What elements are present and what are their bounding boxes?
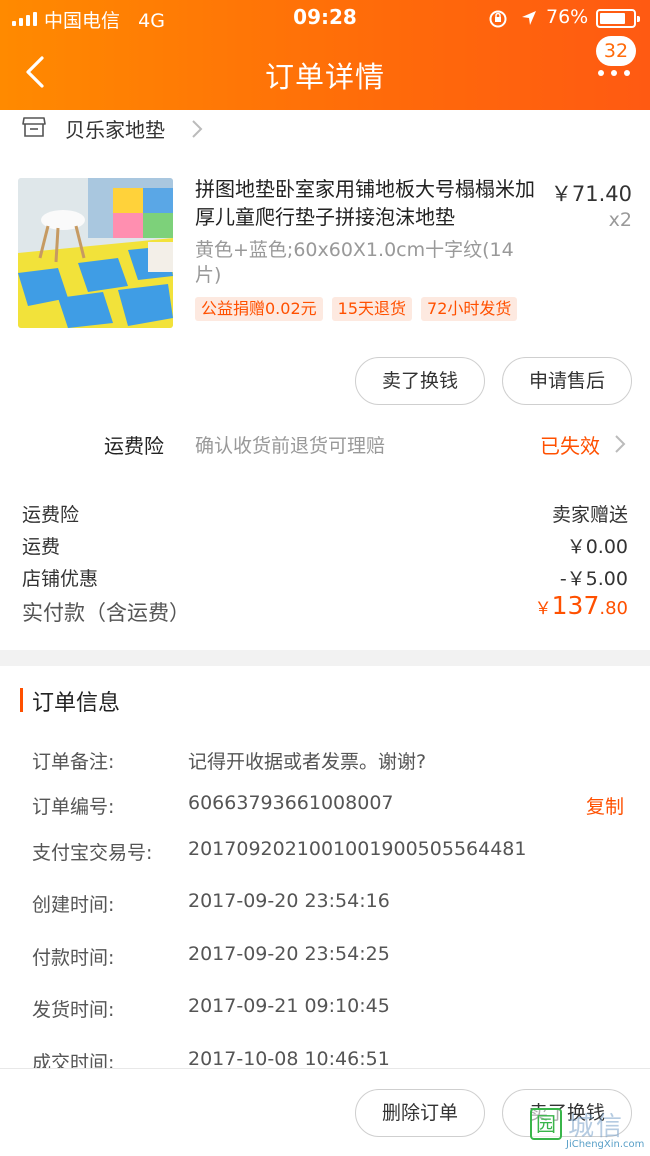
fee-label-insurance: 运费险 bbox=[22, 504, 80, 526]
watermark-text: 城信 bbox=[568, 1112, 625, 1142]
product-sku: 黄色+蓝色;60x60X1.0cm十字纹(14片) bbox=[195, 239, 514, 286]
location-arrow-icon bbox=[522, 11, 536, 25]
page-title: 订单详情 bbox=[264, 60, 385, 94]
paid-time-label: 付款时间: bbox=[32, 947, 115, 969]
product-quantity: x2 bbox=[608, 209, 632, 231]
status-bar: 中国电信 4G 09:28 76% bbox=[0, 0, 650, 38]
alipay-trade-value: 2017092021001001900505564481 bbox=[188, 838, 527, 860]
paid-currency: ￥ bbox=[534, 599, 552, 619]
product-photo bbox=[18, 178, 173, 328]
section-divider bbox=[0, 650, 650, 666]
order-number-value: 60663793661008007 bbox=[188, 792, 394, 814]
watermark-url: JiChengXin.com bbox=[566, 1139, 645, 1150]
watermark-logo: 园 城信 JiChengXin.com bbox=[530, 1106, 648, 1150]
tag-shipping: 72小时发货 bbox=[421, 297, 518, 321]
shipped-time-label: 发货时间: bbox=[32, 999, 115, 1021]
paid-label: 实付款（含运费） bbox=[22, 601, 190, 625]
sell-button[interactable]: 卖了换钱 bbox=[355, 357, 485, 405]
completed-time-value: 2017-10-08 10:46:51 bbox=[188, 1048, 390, 1070]
shop-row[interactable]: 贝乐家地垫 bbox=[0, 110, 650, 150]
product-tags: 公益捐赠0.02元 15天退货 72小时发货 bbox=[195, 297, 518, 321]
delete-order-button[interactable]: 删除订单 bbox=[355, 1089, 485, 1137]
order-info-title: 订单信息 bbox=[32, 691, 121, 716]
chevron-right-icon bbox=[615, 435, 626, 453]
section-accent-bar bbox=[20, 688, 23, 712]
remark-value: 记得开收据或者发票。谢谢? bbox=[188, 751, 427, 773]
insurance-desc: 确认收货前退货可理赔 bbox=[195, 435, 386, 457]
store-icon bbox=[22, 117, 46, 137]
insurance-status[interactable]: 已失效 bbox=[540, 430, 600, 459]
more-dots-icon bbox=[598, 70, 630, 76]
paid-time-value: 2017-09-20 23:54:25 bbox=[188, 943, 390, 965]
apply-aftersale-button[interactable]: 申请售后 bbox=[502, 357, 632, 405]
battery-percent: 76% bbox=[546, 6, 589, 28]
product-image[interactable] bbox=[18, 178, 173, 328]
tag-return: 15天退货 bbox=[331, 297, 413, 321]
more-menu-button[interactable]: 32 bbox=[586, 36, 642, 98]
fee-label-shipping: 运费 bbox=[22, 536, 61, 558]
chevron-right-icon bbox=[192, 120, 203, 138]
fee-value-shipping: ￥0.00 bbox=[566, 536, 628, 558]
shop-name[interactable]: 贝乐家地垫 bbox=[65, 114, 165, 143]
product-title[interactable]: 拼图地垫卧室家用铺地板大号榻榻米加厚儿童爬行垫子拼接泡沫地垫 bbox=[195, 175, 545, 231]
insurance-label: 运费险 bbox=[104, 434, 164, 458]
message-count-badge: 32 bbox=[596, 36, 636, 66]
remark-label: 订单备注: bbox=[32, 751, 115, 773]
watermark-glyph: 园 bbox=[530, 1108, 562, 1140]
copy-button[interactable]: 复制 bbox=[586, 792, 624, 819]
paid-amount: ￥137.80 bbox=[535, 591, 628, 620]
tag-charity: 公益捐赠0.02元 bbox=[195, 297, 323, 321]
battery-icon bbox=[596, 9, 640, 28]
header: 中国电信 4G 09:28 76% 订单详情 32 bbox=[0, 0, 650, 110]
created-time-label: 创建时间: bbox=[32, 894, 115, 916]
alipay-trade-label: 支付宝交易号: bbox=[32, 842, 153, 864]
shipped-time-value: 2017-09-21 09:10:45 bbox=[188, 995, 390, 1017]
fee-label-discount: 店铺优惠 bbox=[22, 568, 99, 590]
product-price: ￥71.40 bbox=[550, 182, 632, 206]
created-time-value: 2017-09-20 23:54:16 bbox=[188, 890, 390, 912]
paid-integer: 137 bbox=[551, 591, 600, 620]
fee-value-insurance: 卖家赠送 bbox=[551, 504, 628, 526]
paid-decimal: .80 bbox=[599, 598, 628, 619]
order-number-label: 订单编号: bbox=[32, 796, 115, 818]
rotation-lock-icon bbox=[489, 10, 507, 28]
fee-value-discount: -￥5.00 bbox=[559, 568, 628, 590]
